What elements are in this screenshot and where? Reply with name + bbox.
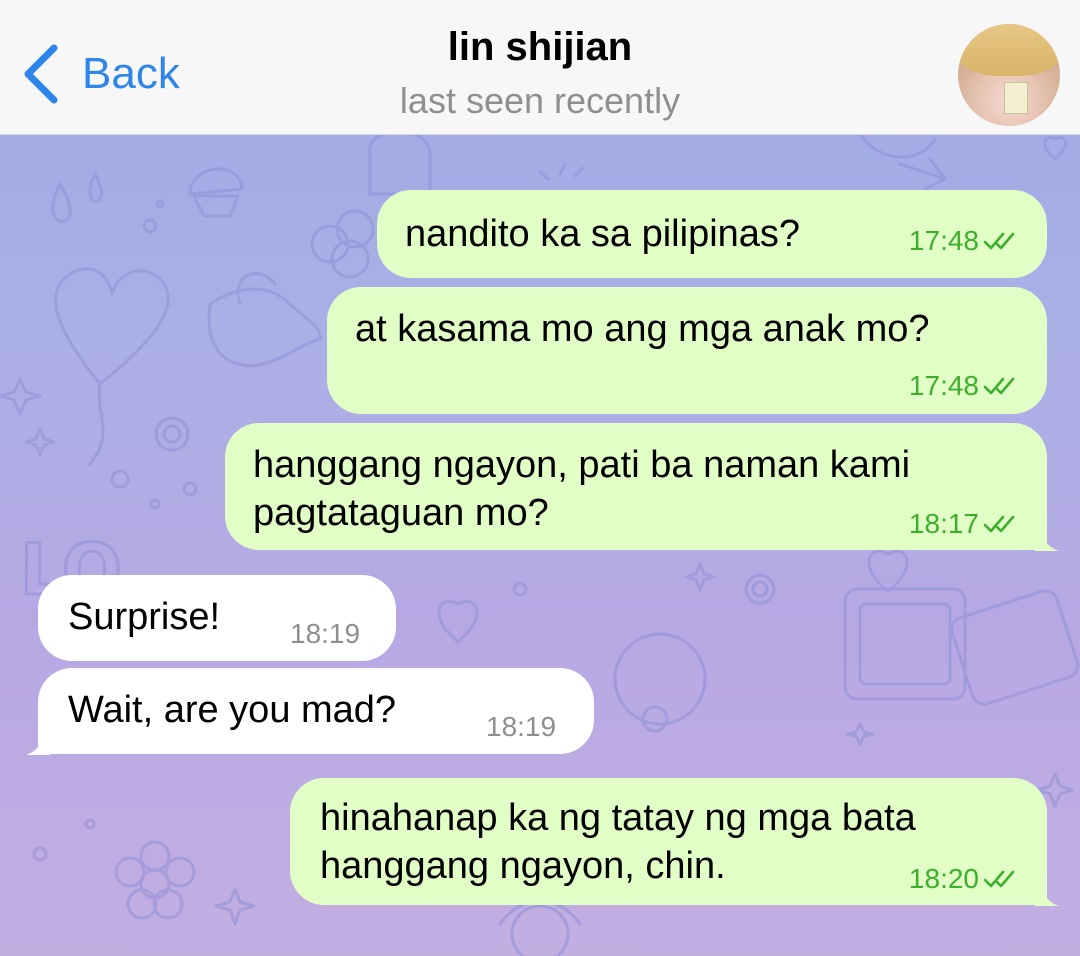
message-time: 17:48 bbox=[908, 370, 979, 401]
message-bubble-outgoing[interactable]: nandito ka sa pilipinas? 17:48 bbox=[377, 190, 1047, 278]
message-meta: 18:20 bbox=[909, 864, 1025, 894]
double-check-icon bbox=[983, 515, 1015, 533]
double-check-icon bbox=[983, 232, 1015, 250]
contact-avatar[interactable] bbox=[958, 24, 1060, 126]
back-label: Back bbox=[82, 49, 180, 98]
message-text: at kasama mo ang mga anak mo? bbox=[355, 308, 930, 350]
message-bubble-outgoing[interactable]: hinahanap ka ng tatay ng mga bata hangga… bbox=[290, 778, 1047, 905]
chat-screen: LO Back lin shijian last seen recently n… bbox=[0, 0, 1080, 956]
contact-info[interactable]: lin shijian last seen recently bbox=[290, 22, 790, 126]
message-time: 18:20 bbox=[908, 863, 979, 894]
message-text: hanggang ngayon, pati ba naman kami pagt… bbox=[253, 444, 911, 534]
message-time: 17:48 bbox=[908, 225, 979, 256]
message-meta: 17:48 bbox=[909, 226, 1025, 256]
chat-header: Back lin shijian last seen recently bbox=[0, 0, 1080, 135]
message-meta: 18:19 bbox=[486, 712, 556, 742]
double-check-icon bbox=[983, 870, 1015, 888]
message-text: nandito ka sa pilipinas? bbox=[405, 213, 801, 255]
avatar-card-shape bbox=[1004, 82, 1028, 114]
message-meta: 18:17 bbox=[909, 509, 1025, 539]
avatar-hair-shape bbox=[958, 24, 1060, 76]
message-text: Surprise! bbox=[68, 596, 221, 638]
double-check-icon bbox=[983, 377, 1015, 395]
message-text: hinahanap ka ng tatay ng mga bata hangga… bbox=[320, 797, 916, 887]
chevron-left-icon bbox=[24, 44, 58, 104]
message-bubble-incoming[interactable]: Surprise! 18:19 bbox=[38, 575, 396, 661]
message-time: 18:17 bbox=[908, 508, 979, 539]
message-bubble-outgoing[interactable]: hanggang ngayon, pati ba naman kami pagt… bbox=[225, 423, 1047, 550]
message-meta: 18:19 bbox=[290, 619, 360, 649]
back-button[interactable]: Back bbox=[18, 38, 180, 110]
message-bubble-incoming[interactable]: Wait, are you mad? 18:19 bbox=[38, 668, 594, 754]
message-bubble-outgoing[interactable]: at kasama mo ang mga anak mo? 17:48 bbox=[327, 287, 1047, 414]
contact-status: last seen recently bbox=[399, 80, 681, 121]
message-time: 18:19 bbox=[486, 711, 557, 742]
message-text: Wait, are you mad? bbox=[68, 689, 397, 731]
contact-name: lin shijian bbox=[447, 25, 633, 69]
message-meta: 17:48 bbox=[909, 371, 1025, 401]
message-time: 18:19 bbox=[290, 618, 361, 649]
